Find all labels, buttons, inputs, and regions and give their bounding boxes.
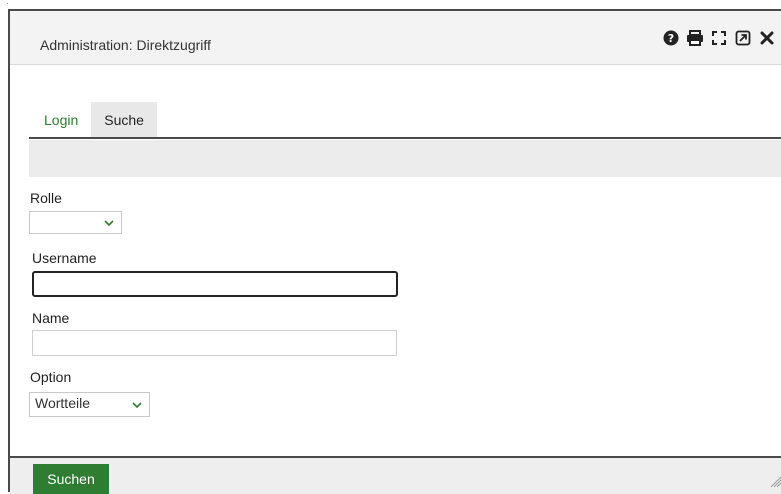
chevron-down-icon (131, 398, 143, 414)
titlebar-icons: ? (661, 28, 777, 48)
username-input[interactable] (32, 271, 398, 297)
background-dot: · (6, 0, 9, 8)
option-label: Option (30, 369, 72, 385)
rolle-label: Rolle (30, 190, 62, 206)
suchen-button[interactable]: Suchen (33, 464, 109, 494)
popout-icon[interactable] (733, 28, 753, 48)
help-icon[interactable]: ? (661, 28, 681, 48)
tab-bar: Login Suche (31, 102, 157, 139)
tab-login[interactable]: Login (31, 102, 92, 139)
dialog-title: Administration: Direktzugriff (40, 37, 211, 53)
rolle-select[interactable] (29, 211, 122, 234)
tab-underline (29, 137, 781, 139)
fullscreen-icon[interactable] (709, 28, 729, 48)
option-select-value: Wortteile (35, 395, 90, 411)
tab-content-header-bar (29, 140, 781, 177)
name-input[interactable] (32, 330, 397, 356)
option-select[interactable]: Wortteile (29, 392, 150, 417)
direktzugriff-dialog: Administration: Direktzugriff ? Login Su… (8, 9, 781, 494)
close-icon[interactable] (757, 28, 777, 48)
name-label: Name (32, 310, 70, 326)
username-label: Username (32, 250, 97, 266)
print-icon[interactable] (685, 28, 705, 48)
svg-text:?: ? (668, 32, 674, 45)
resize-grip-icon[interactable] (769, 474, 781, 492)
tab-suche[interactable]: Suche (91, 102, 157, 139)
background-window-strip: · (0, 0, 781, 9)
dialog-footer: Suchen (10, 456, 781, 494)
dialog-titlebar: Administration: Direktzugriff ? (10, 11, 781, 65)
chevron-down-icon (103, 216, 115, 232)
